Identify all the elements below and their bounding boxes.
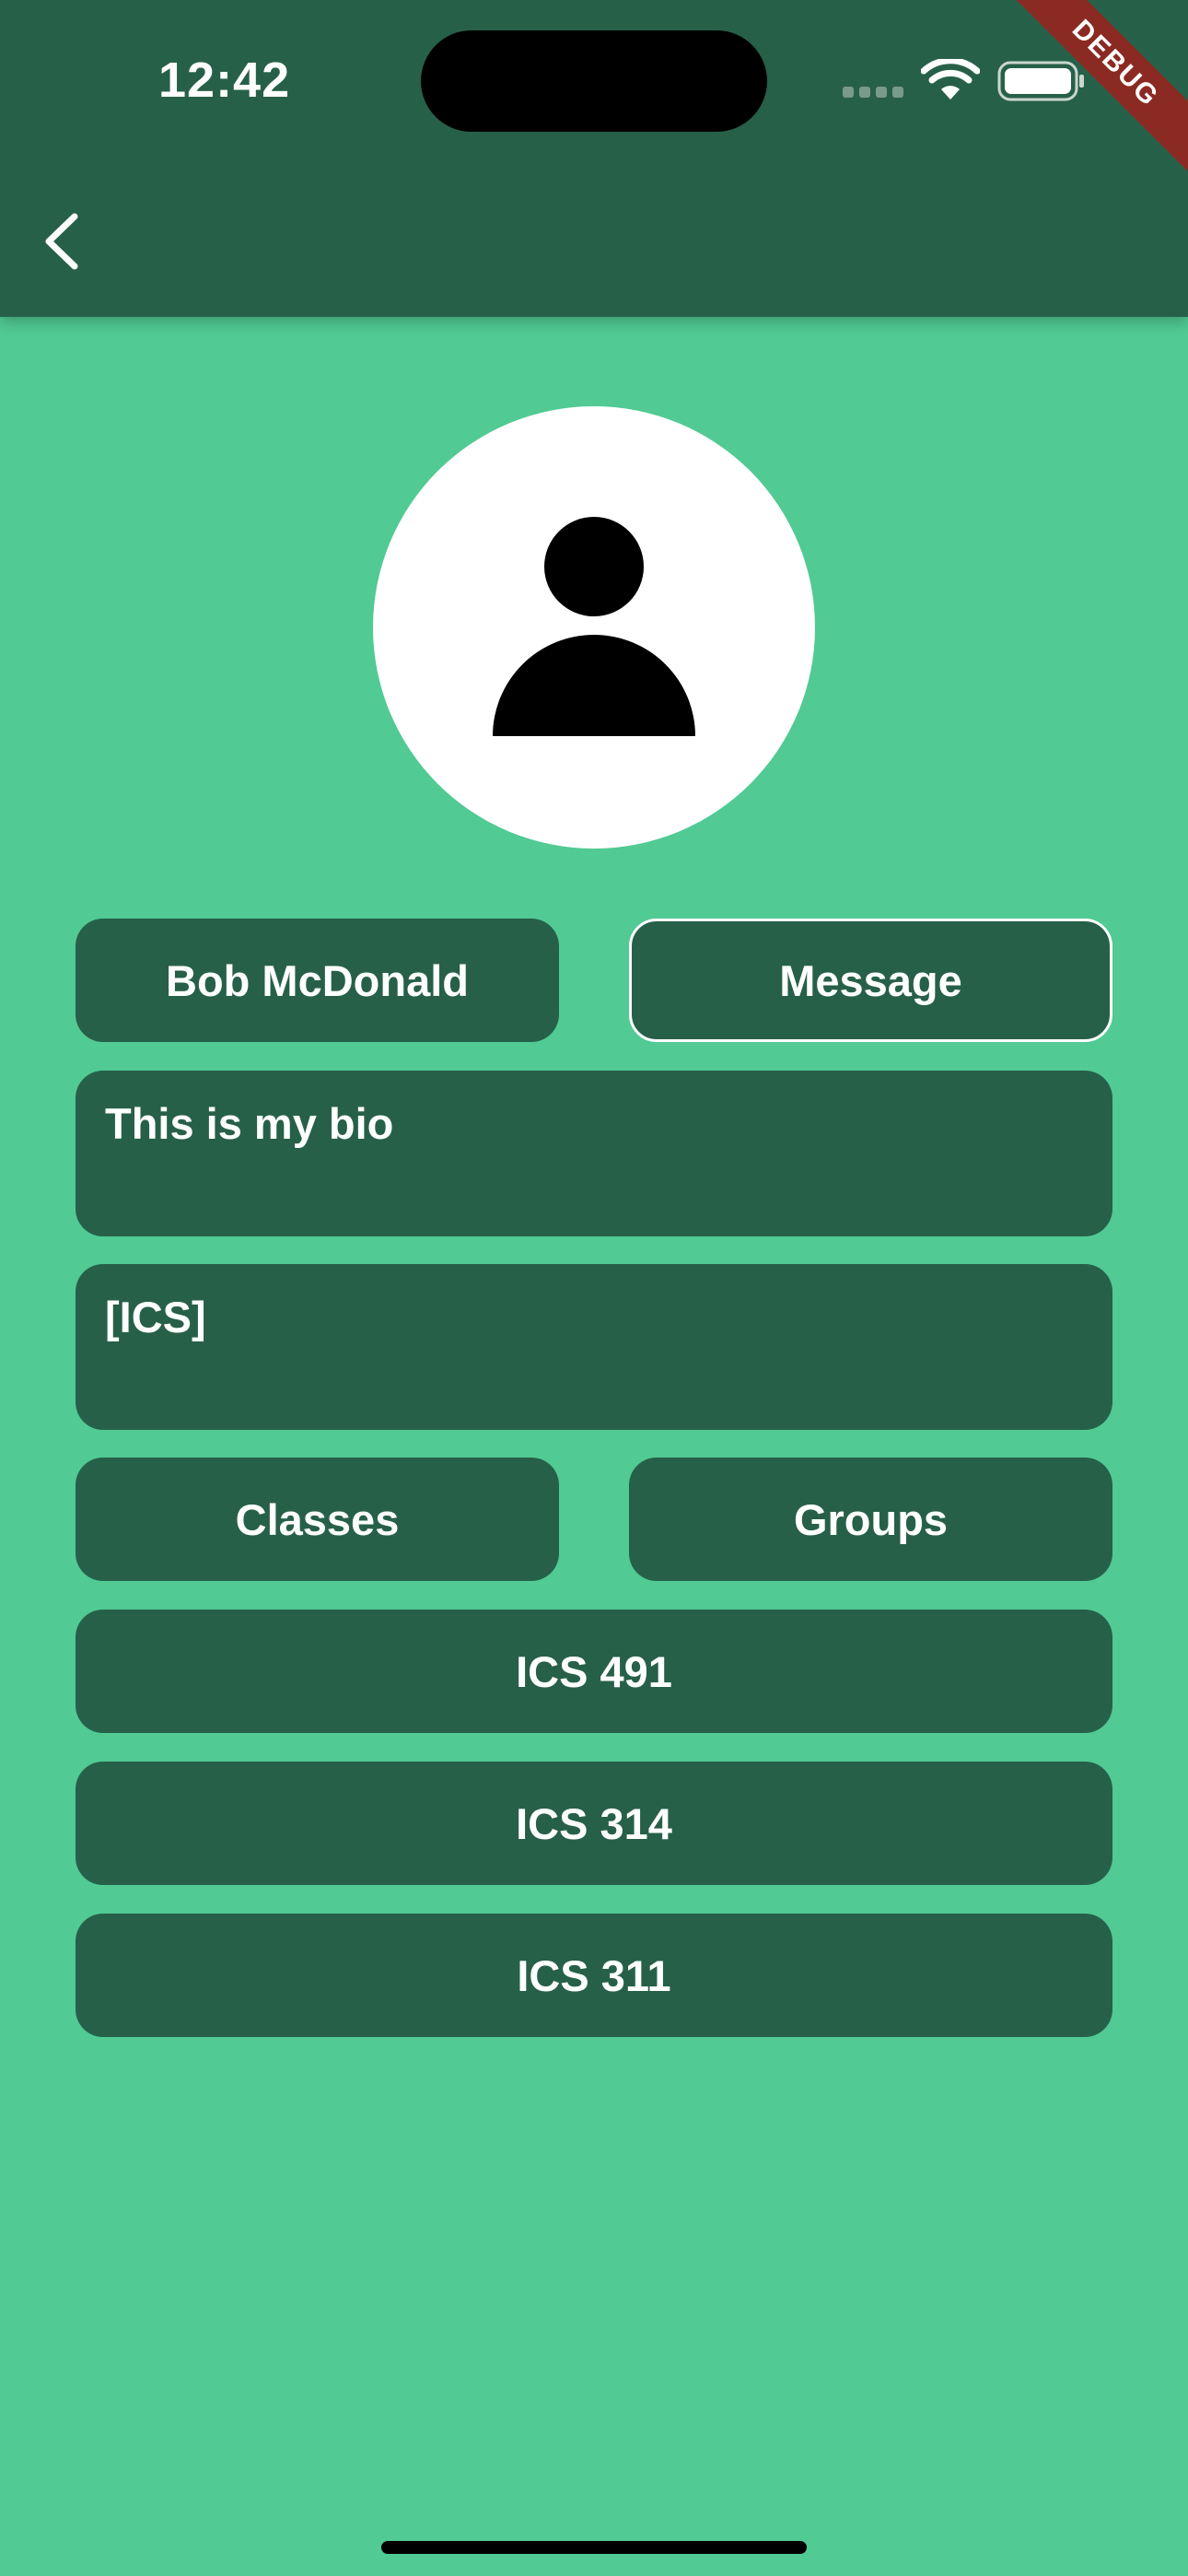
avatar (373, 406, 815, 849)
class-item-label: ICS 314 (516, 1798, 672, 1848)
classes-button[interactable]: Classes (76, 1458, 559, 1581)
class-item-label: ICS 311 (517, 1950, 671, 2000)
message-label: Message (779, 955, 962, 1005)
home-indicator[interactable] (381, 2541, 807, 2554)
tags-box: [ICS] (76, 1264, 1112, 1430)
groups-label: Groups (793, 1494, 949, 1544)
battery-full-icon (997, 61, 1084, 101)
name-button[interactable]: Bob McDonald (76, 919, 559, 1042)
classes-label: Classes (235, 1494, 400, 1544)
wifi-icon (921, 59, 980, 100)
class-item-ics-314[interactable]: ICS 314 (76, 1762, 1112, 1885)
dynamic-island (421, 30, 767, 132)
class-item-ics-491[interactable]: ICS 491 (76, 1610, 1112, 1733)
class-item-ics-311[interactable]: ICS 311 (76, 1914, 1112, 2037)
cellular-signal-icon (843, 87, 903, 98)
back-button[interactable] (24, 197, 98, 286)
bio-box: This is my bio (76, 1071, 1112, 1236)
app-bar: 12:42 (0, 0, 1188, 317)
profile-screen: 12:42 DEBUG Bob McDonald Message This is… (0, 0, 1188, 2576)
groups-button[interactable]: Groups (629, 1458, 1112, 1581)
class-item-label: ICS 491 (516, 1646, 672, 1696)
tags-text: [ICS] (105, 1293, 206, 1341)
name-label: Bob McDonald (166, 955, 469, 1005)
chevron-left-icon (45, 213, 78, 270)
bio-text: This is my bio (105, 1099, 394, 1148)
message-button[interactable]: Message (629, 919, 1112, 1042)
status-time: 12:42 (158, 53, 291, 108)
